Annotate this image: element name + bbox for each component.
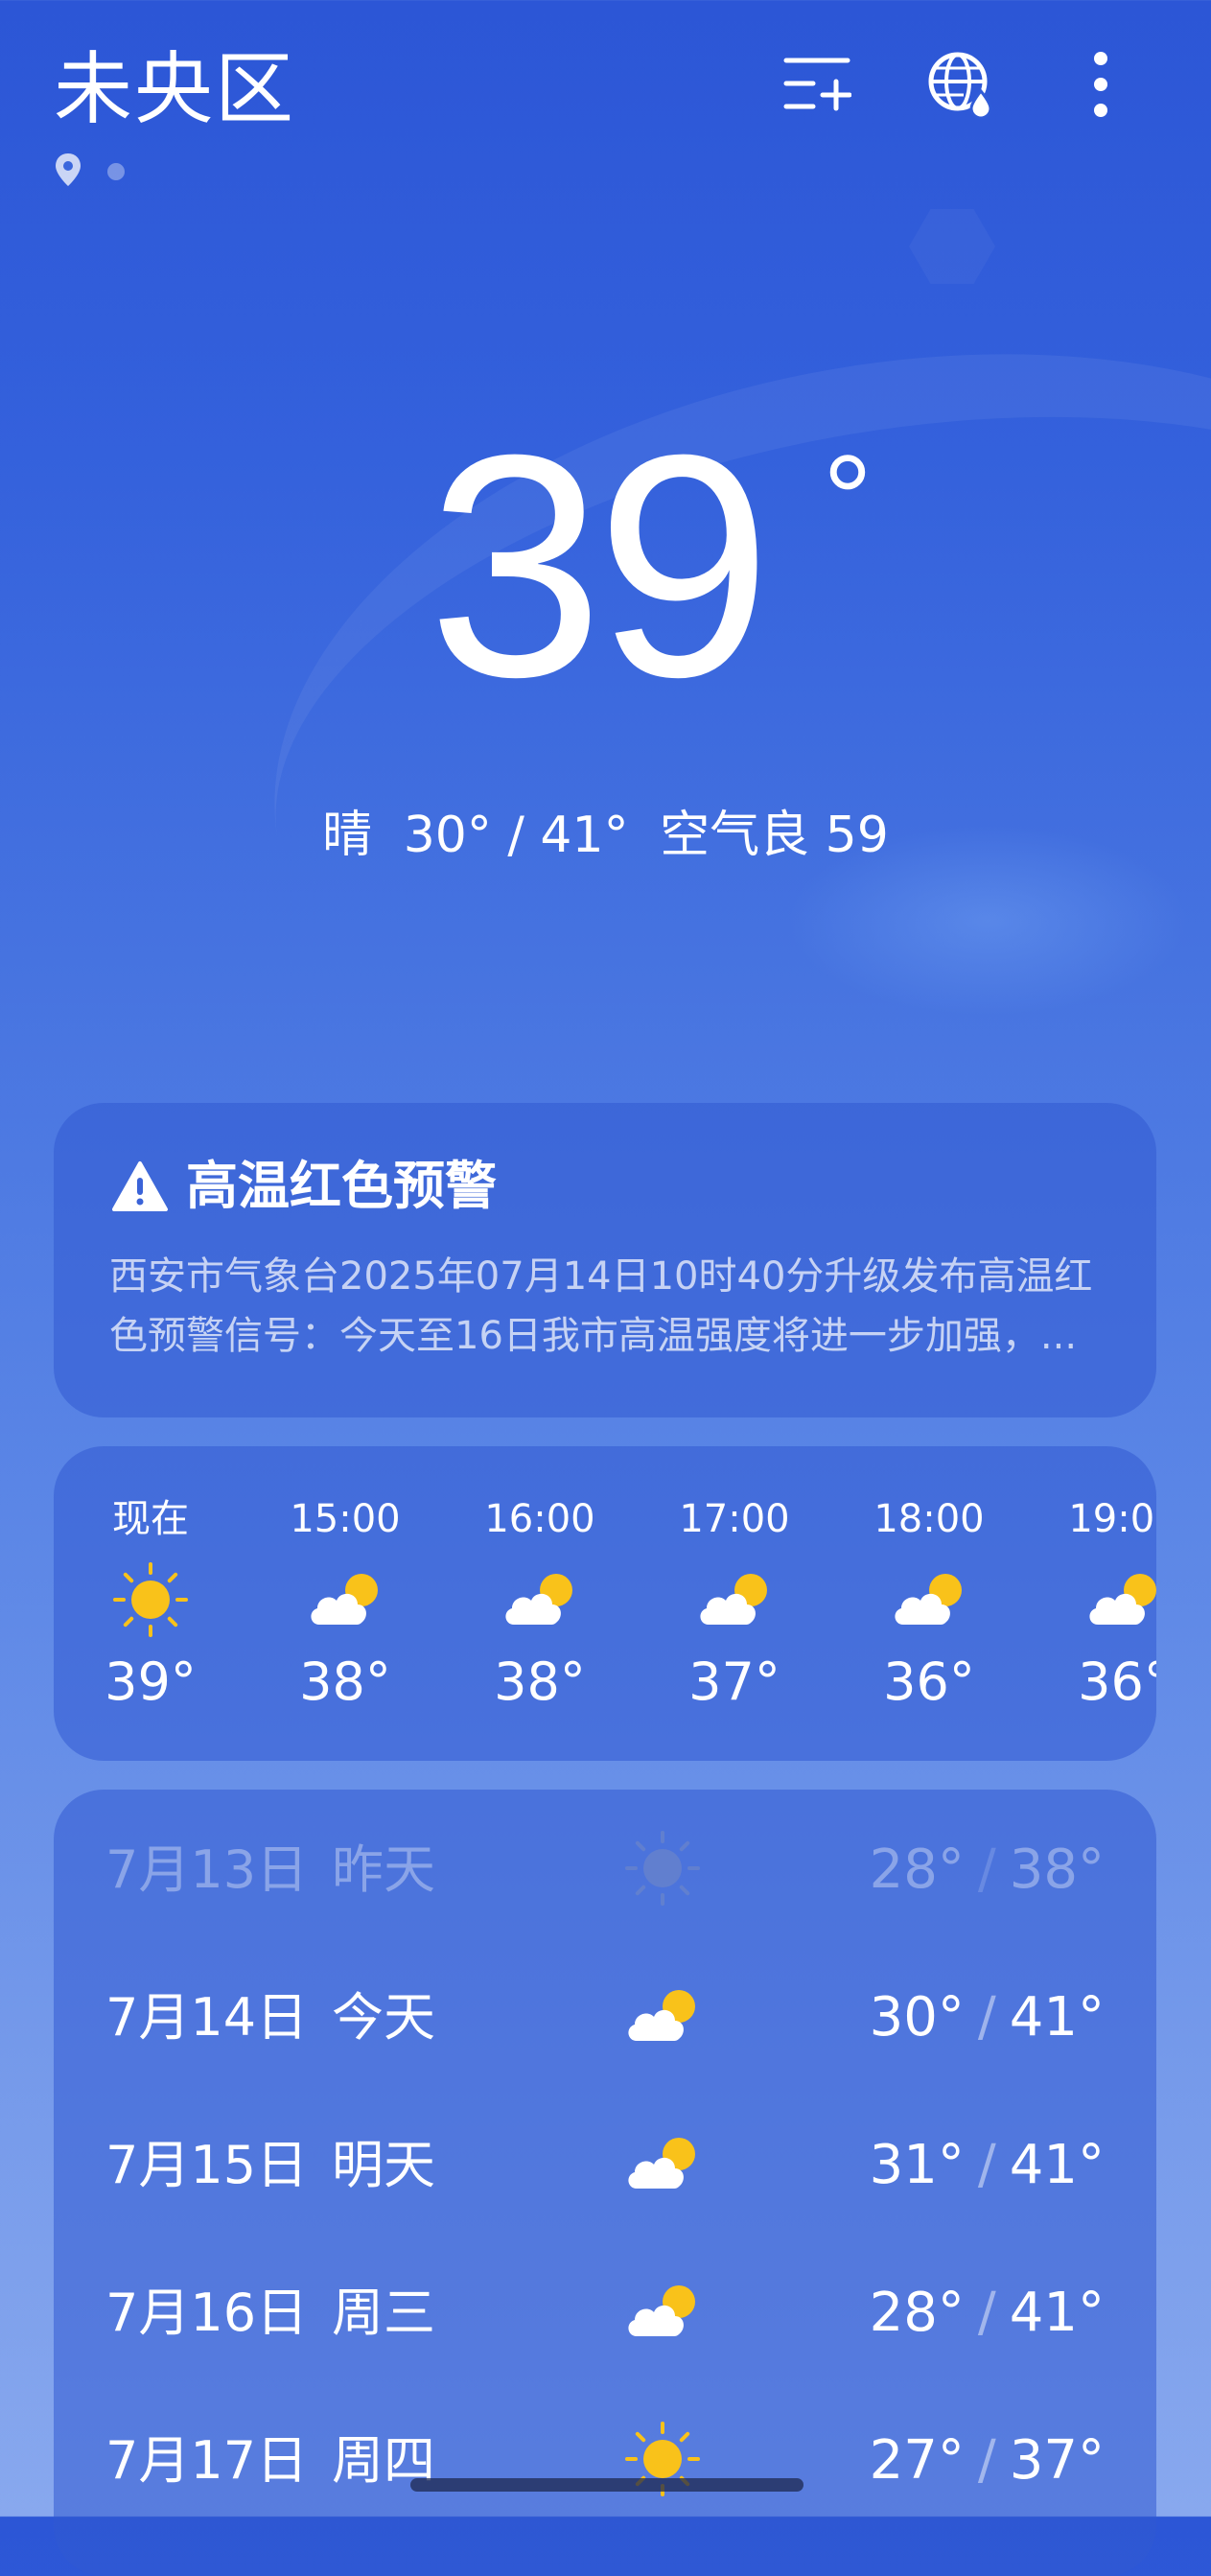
daily-date: 7月15日 bbox=[105, 2135, 309, 2195]
hourly-temp: 38° bbox=[494, 1651, 586, 1712]
range-separator: / bbox=[977, 1838, 996, 1901]
range-separator: / bbox=[977, 2429, 996, 2492]
alert-title-row: 高温红色预警 bbox=[111, 1153, 497, 1220]
alert-description: 西安市气象台2025年07月14日10时40分升级发布高温红色预警信号：今天至1… bbox=[109, 1254, 1093, 1358]
daily-low: 31° bbox=[869, 2134, 965, 2196]
daily-high: 38° bbox=[1009, 1838, 1105, 1901]
degree-symbol: ° bbox=[823, 429, 873, 569]
hourly-item: 15:00 38° bbox=[264, 1446, 427, 1761]
daily-low: 27° bbox=[869, 2429, 965, 2492]
weather-summary[interactable]: 晴 30° / 41° 空气良 59 bbox=[0, 802, 1211, 869]
add-city-button[interactable] bbox=[779, 46, 855, 123]
sun-icon bbox=[107, 1559, 194, 1637]
globe-button[interactable] bbox=[922, 46, 999, 123]
daily-day-name: 昨天 bbox=[332, 1839, 435, 1900]
hourly-temp: 36° bbox=[883, 1651, 975, 1712]
daily-low: 30° bbox=[869, 1986, 965, 2049]
range-separator: / bbox=[977, 2134, 996, 2196]
hourly-item: 16:00 38° bbox=[458, 1446, 621, 1761]
hourly-temp: 36° bbox=[1078, 1651, 1156, 1712]
list-add-icon bbox=[783, 58, 851, 111]
hourly-item: 19:00 36° bbox=[1042, 1446, 1156, 1761]
daily-temp-range: 31°/41° bbox=[870, 2129, 1105, 2202]
home-indicator[interactable] bbox=[410, 2478, 803, 2492]
location-pin-icon bbox=[54, 152, 82, 192]
hourly-time: 现在 bbox=[112, 1497, 189, 1541]
daily-temp-range: 28°/41° bbox=[870, 2277, 1105, 2350]
current-temperature-value: 39 bbox=[427, 388, 772, 742]
hourly-time: 15:00 bbox=[290, 1497, 401, 1541]
cloud-sun-icon bbox=[619, 2271, 706, 2352]
daily-low: 28° bbox=[869, 1838, 965, 1901]
current-condition: 晴 bbox=[322, 807, 373, 864]
alert-title: 高温红色预警 bbox=[186, 1156, 497, 1216]
daily-high: 41° bbox=[1009, 2282, 1105, 2344]
daily-date: 7月16日 bbox=[105, 2283, 309, 2343]
daily-high: 41° bbox=[1009, 1986, 1105, 2049]
daily-temp-range: 27°/37° bbox=[870, 2424, 1105, 2497]
hourly-time: 17:00 bbox=[679, 1497, 790, 1541]
hourly-temp: 39° bbox=[105, 1651, 197, 1712]
daily-date: 7月14日 bbox=[105, 1987, 309, 2048]
current-temperature: 39 bbox=[0, 403, 1211, 729]
daily-high: 41° bbox=[1009, 2134, 1105, 2196]
more-options-button[interactable] bbox=[1062, 46, 1139, 123]
daily-date: 7月13日 bbox=[105, 1839, 309, 1900]
daily-temp-range: 30°/41° bbox=[870, 1981, 1105, 2054]
daily-day-name: 今天 bbox=[332, 1987, 435, 2048]
cloud-sun-icon bbox=[302, 1559, 388, 1636]
globe-drop-icon bbox=[928, 52, 992, 120]
daily-forecast[interactable]: 7月13日 昨天 28°/38° 7月14日 今天 30°/41° 7月15日 明天 31°/4… bbox=[54, 1790, 1156, 2576]
hourly-item: 现在 39° bbox=[69, 1446, 232, 1761]
cloud-sun-icon bbox=[691, 1559, 778, 1636]
hourly-item: 18:00 36° bbox=[848, 1446, 1011, 1761]
daily-row[interactable]: 7月15日 明天 31°/41° bbox=[54, 2093, 1156, 2240]
daily-row[interactable]: 7月13日 昨天 28°/38° bbox=[54, 1797, 1156, 1945]
daily-high: 37° bbox=[1009, 2429, 1105, 2492]
hourly-forecast[interactable]: 现在 39° 15:00 38° 16:00 38° 17:00 37° 18:00 36° 19:… bbox=[54, 1446, 1156, 1761]
daily-row[interactable]: 7月17日 周四 27°/37° bbox=[54, 2388, 1156, 2536]
hourly-time: 18:00 bbox=[873, 1497, 985, 1541]
hourly-temp: 37° bbox=[688, 1651, 780, 1712]
cloud-sun-icon bbox=[497, 1559, 583, 1636]
daily-row[interactable]: 7月14日 今天 30°/41° bbox=[54, 1945, 1156, 2093]
daily-low: 28° bbox=[869, 2282, 965, 2344]
hourly-time: 19:00 bbox=[1068, 1497, 1156, 1541]
cloud-sun-icon bbox=[619, 1976, 706, 2056]
daily-date: 7月17日 bbox=[105, 2430, 309, 2491]
cloud-sun-icon bbox=[1081, 1559, 1156, 1636]
cloud-sun-icon bbox=[886, 1559, 972, 1636]
today-temp-range: 30° / 41° bbox=[403, 807, 629, 864]
range-separator: / bbox=[977, 1986, 996, 2049]
page-indicator bbox=[54, 152, 125, 192]
daily-day-name: 周三 bbox=[332, 2283, 435, 2343]
daily-day-name: 明天 bbox=[332, 2135, 435, 2195]
cloud-sun-icon bbox=[619, 2123, 706, 2204]
warning-icon bbox=[112, 1161, 168, 1211]
city-name[interactable]: 未央区 bbox=[54, 42, 295, 138]
daily-row[interactable]: 7月16日 周三 28°/41° bbox=[54, 2240, 1156, 2388]
daily-temp-range: 28°/38° bbox=[870, 1834, 1105, 1907]
sun-icon bbox=[619, 1828, 706, 1909]
page-dot bbox=[107, 163, 125, 180]
hourly-item: 17:00 37° bbox=[653, 1446, 816, 1761]
hourly-temp: 38° bbox=[299, 1651, 391, 1712]
range-separator: / bbox=[977, 2282, 996, 2344]
weather-alert-card[interactable]: 高温红色预警 西安市气象台2025年07月14日10时40分升级发布高温红色预警… bbox=[54, 1103, 1156, 1417]
air-quality: 空气良 59 bbox=[660, 807, 889, 864]
more-vertical-icon bbox=[1094, 52, 1107, 117]
hourly-time: 16:00 bbox=[484, 1497, 595, 1541]
background-hexagon bbox=[909, 209, 995, 284]
